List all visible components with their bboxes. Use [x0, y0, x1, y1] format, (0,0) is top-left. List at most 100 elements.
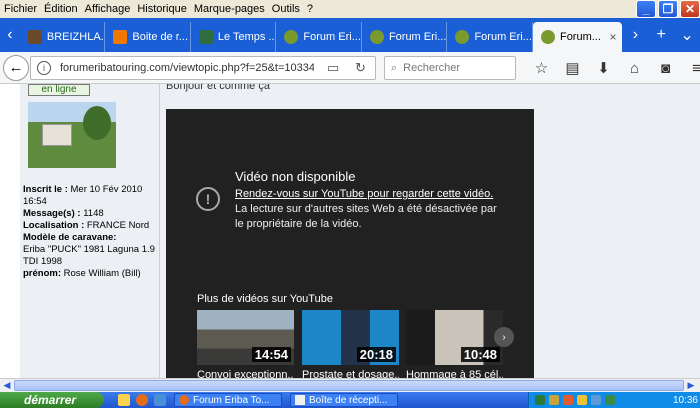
- tabs-scroll-right-icon[interactable]: ›: [622, 18, 648, 52]
- back-button[interactable]: ←: [3, 54, 29, 81]
- url-text[interactable]: forumeribatouring.com/viewtopic.php?f=25…: [60, 62, 314, 74]
- search-icon: ⌕: [391, 61, 398, 74]
- tray-security-icon[interactable]: [549, 395, 559, 405]
- new-tab-icon[interactable]: +: [648, 18, 674, 52]
- tabs-scroll-left-icon[interactable]: ‹: [0, 18, 20, 52]
- menu-historique[interactable]: Historique: [137, 3, 194, 15]
- localisation-label: Localisation :: [23, 220, 85, 231]
- tab-forum-eriba-2[interactable]: Forum Eri...: [362, 22, 448, 52]
- video-thumbnail[interactable]: 14:54: [197, 310, 294, 365]
- tray-volume-icon[interactable]: [591, 395, 601, 405]
- folder-icon[interactable]: [118, 394, 130, 406]
- maximize-button[interactable]: ❐: [658, 0, 678, 18]
- video-unavailable-title: Vidéo non disponible: [235, 169, 356, 184]
- next-videos-icon[interactable]: ›: [494, 327, 514, 347]
- localisation-value: FRANCE Nord: [86, 220, 150, 231]
- watch-on-youtube-link[interactable]: Rendez-vous sur YouTube pour regarder ce…: [235, 188, 493, 200]
- downloads-icon[interactable]: ⬇: [588, 59, 619, 77]
- messages-value: 1148: [83, 208, 104, 219]
- toolbar-icons: ☆ ▤ ⬇ ⌂ ◙ ≡: [526, 52, 700, 84]
- minimize-button[interactable]: _: [636, 0, 656, 18]
- video-caption[interactable]: Prostate et dosage...: [302, 369, 399, 378]
- tab-label: Forum Eri...: [303, 31, 361, 43]
- tab-label: Forum Eri...: [474, 31, 532, 43]
- tab-bar: ‹ BREIZHLA... Boite de r... Le Temps ...…: [0, 18, 700, 52]
- task-label: Boîte de récepti...: [309, 394, 388, 406]
- avatar: [28, 102, 116, 168]
- tab-favicon-icon: [113, 30, 128, 44]
- modele-label: Modèle de caravane:: [23, 232, 117, 243]
- messages-label: Message(s) :: [23, 208, 81, 219]
- horizontal-scrollbar[interactable]: ◀ ▶: [0, 378, 700, 392]
- bookmarks-list-icon[interactable]: ▤: [557, 59, 588, 77]
- modele-value: Eriba "PUCK" 1981 Laguna 1.9 TDI 1998: [23, 244, 155, 267]
- start-button[interactable]: démarrer: [0, 392, 104, 408]
- tray-antivirus-icon[interactable]: [563, 395, 573, 405]
- task-label: Forum Eriba To...: [193, 394, 270, 406]
- tab-favicon-icon: [284, 30, 299, 44]
- menu-help[interactable]: ?: [307, 3, 320, 15]
- firefox-icon[interactable]: [136, 394, 148, 406]
- video-thumbnail[interactable]: 20:18: [302, 310, 399, 365]
- close-window-button[interactable]: ✕: [680, 0, 700, 18]
- menu-bar: Fichier Édition Affichage Historique Mar…: [0, 0, 700, 18]
- video-duration: 14:54: [251, 347, 291, 362]
- task-boite-reception[interactable]: Boîte de récepti...: [290, 393, 398, 407]
- pocket-icon[interactable]: ◙: [650, 60, 681, 77]
- video-thumbnail[interactable]: 10:48: [406, 310, 503, 365]
- reload-icon[interactable]: ↻: [355, 60, 366, 76]
- tab-forum-active[interactable]: Forum... ×: [532, 22, 623, 52]
- menu-edition[interactable]: Édition: [44, 3, 85, 15]
- tabs-list-icon[interactable]: ⌄: [674, 18, 700, 52]
- search-placeholder: Rechercher: [403, 62, 461, 74]
- video-unavailable-message: Rendez-vous sur YouTube pour regarder ce…: [235, 187, 500, 232]
- video-caption[interactable]: Hommage à 85 cél...: [406, 369, 503, 378]
- tab-favicon-icon: [540, 30, 555, 44]
- window-controls: _ ❐ ✕: [636, 0, 700, 18]
- more-videos-label: Plus de vidéos sur YouTube: [197, 293, 333, 305]
- tray-app-icon[interactable]: [605, 395, 615, 405]
- taskbar: démarrer Forum Eriba To... Boîte de réce…: [0, 392, 700, 408]
- tab-boite-de-reception[interactable]: Boite de r...: [105, 22, 191, 52]
- video-caption[interactable]: Convoi exceptionn...: [197, 369, 294, 378]
- youtube-embed[interactable]: ! Vidéo non disponible Rendez-vous sur Y…: [166, 109, 534, 378]
- menu-fichier[interactable]: Fichier: [4, 3, 44, 15]
- menu-outils[interactable]: Outils: [272, 3, 307, 15]
- tab-favicon-icon: [369, 30, 384, 44]
- tab-forum-eriba-3[interactable]: Forum Eri...: [447, 22, 533, 52]
- online-status-badge: en ligne: [28, 84, 90, 96]
- scroll-right-icon[interactable]: ▶: [684, 379, 698, 392]
- avatar-tree: [83, 106, 111, 140]
- start-label: démarrer: [24, 393, 77, 407]
- tab-forum-eriba-1[interactable]: Forum Eri...: [276, 22, 362, 52]
- post-body: Bonjour et comme ça ! Vidéo non disponib…: [160, 84, 700, 378]
- info-icon[interactable]: i: [37, 61, 51, 75]
- video-duration: 10:48: [460, 347, 500, 362]
- scrollbar-thumb[interactable]: [14, 380, 684, 391]
- video-unavailable-detail: La lecture sur d'autres sites Web a été …: [235, 203, 497, 230]
- tab-close-icon[interactable]: ×: [609, 30, 616, 44]
- task-forum-eriba[interactable]: Forum Eriba To...: [174, 393, 282, 407]
- desktop-icon[interactable]: [154, 394, 166, 406]
- inscrit-label: Inscrit le :: [23, 184, 68, 195]
- url-bar[interactable]: i forumeribatouring.com/viewtopic.php?f=…: [30, 56, 376, 80]
- bookmark-star-icon[interactable]: ☆: [526, 59, 557, 77]
- navigation-bar: ← i forumeribatouring.com/viewtopic.php?…: [0, 52, 700, 84]
- search-box[interactable]: ⌕ Rechercher: [384, 56, 516, 80]
- prenom-label: prénom:: [23, 268, 61, 279]
- tray-update-icon[interactable]: [577, 395, 587, 405]
- tray-network-icon[interactable]: [535, 395, 545, 405]
- tab-breizhla[interactable]: BREIZHLA...: [20, 22, 106, 52]
- menu-affichage[interactable]: Affichage: [85, 3, 138, 15]
- scroll-left-icon[interactable]: ◀: [0, 379, 14, 392]
- page-content: en ligne Inscrit le : Mer 10 Fév 2010 16…: [0, 84, 700, 378]
- clock: 10:36: [672, 394, 698, 406]
- home-icon[interactable]: ⌂: [619, 60, 650, 77]
- system-tray: 10:36: [528, 392, 700, 408]
- tab-label: BREIZHLA...: [46, 31, 106, 43]
- tab-le-temps[interactable]: Le Temps ...: [191, 22, 277, 52]
- menu-hamburger-icon[interactable]: ≡: [681, 60, 700, 77]
- menu-marque-pages[interactable]: Marque-pages: [194, 3, 272, 15]
- reader-view-icon[interactable]: ▭: [327, 60, 339, 76]
- tab-favicon-icon: [198, 30, 213, 44]
